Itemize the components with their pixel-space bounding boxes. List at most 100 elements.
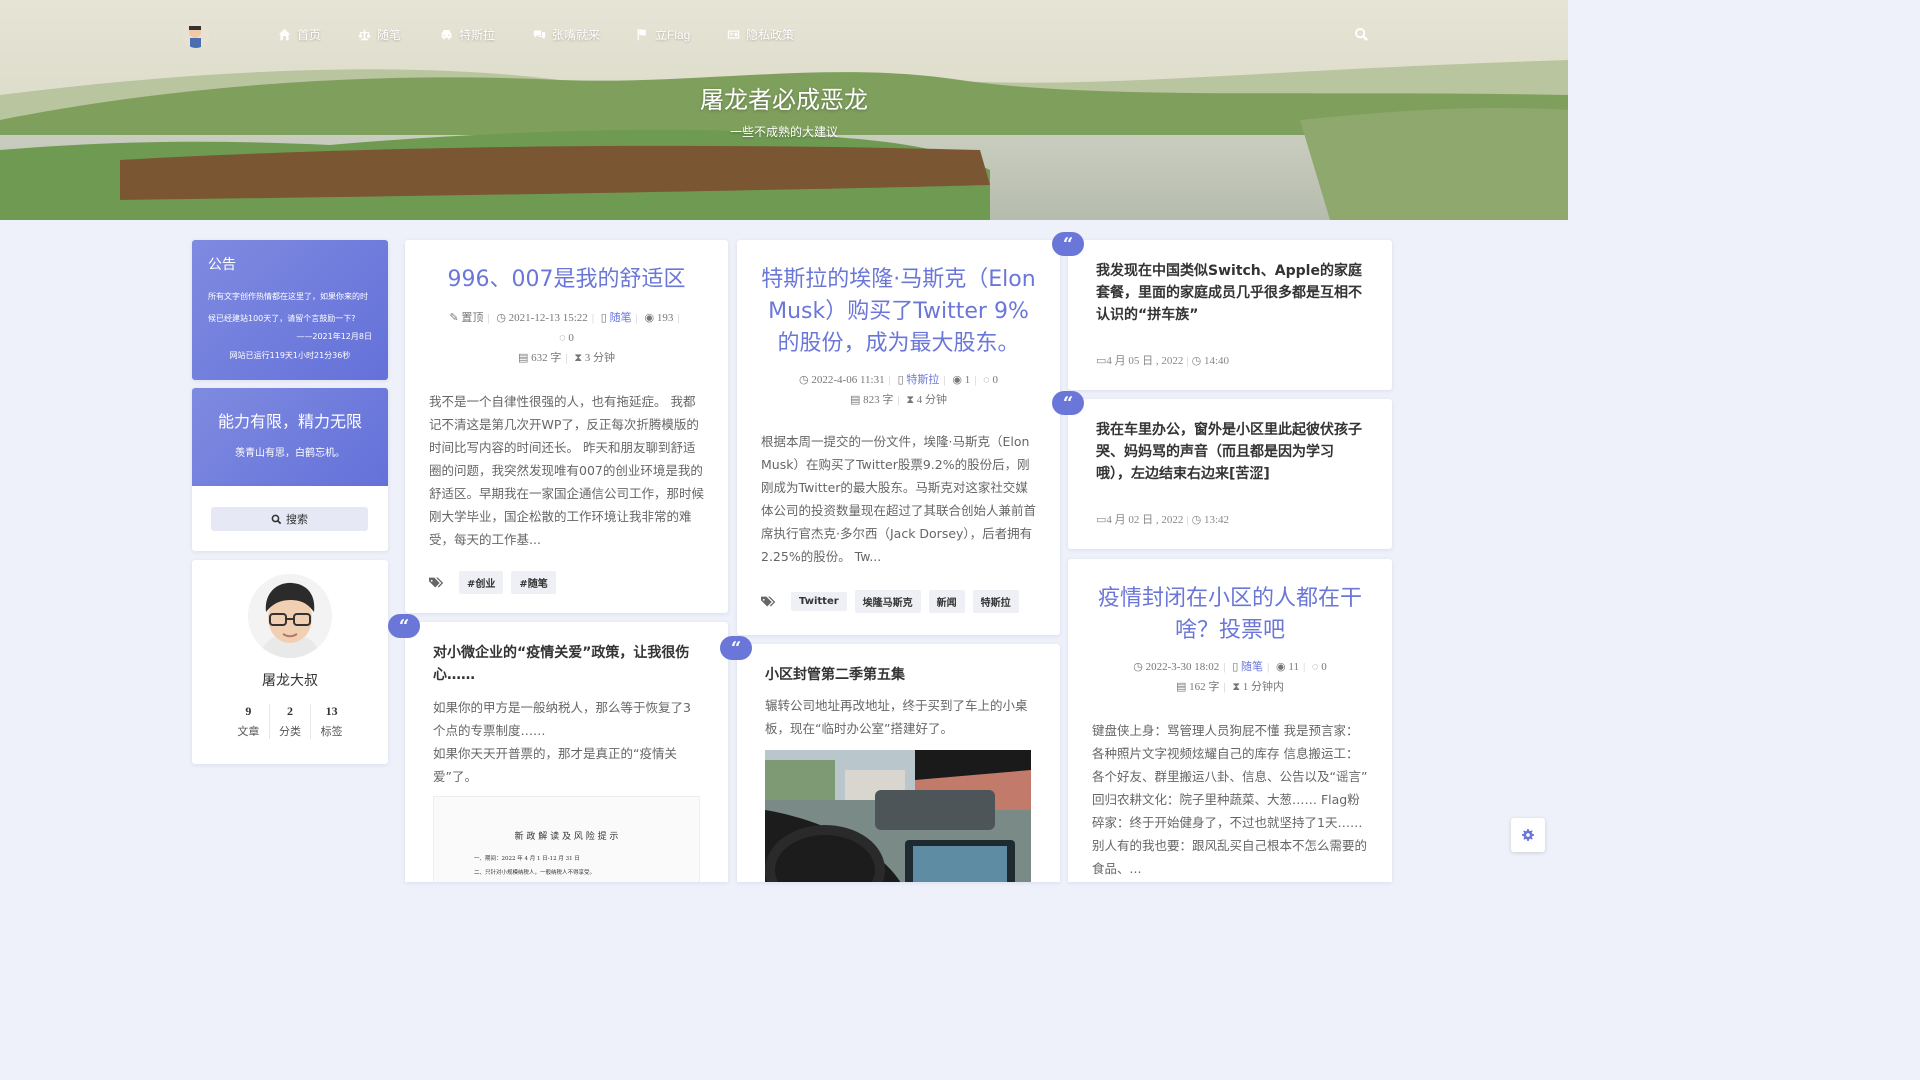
id-card-icon: [727, 30, 740, 39]
motto-title: 能力有限，精力无限: [217, 412, 362, 431]
profile-stats: 9 文章 2 分类 13 标签: [228, 704, 352, 739]
motto-card: 能力有限，精力无限 羡青山有思，白鹤忘机。: [192, 388, 388, 486]
tag-item[interactable]: 特斯拉: [972, 590, 1019, 613]
quote-post-line: 如果你的甲方是一般纳税人，那么等于恢复了3个点的专票制度……: [433, 700, 691, 738]
notice-signature: ——2021年12月8日: [296, 332, 372, 341]
quote-icon: “: [388, 614, 420, 638]
quote-post-title[interactable]: 小区封管第二季第五集: [765, 664, 1032, 686]
tag-item[interactable]: 新闻: [928, 590, 965, 613]
word-icon: ▤: [849, 394, 861, 406]
nav-flag[interactable]: 立Flag: [636, 26, 690, 43]
clock-icon: ◷: [1191, 514, 1202, 526]
pinned-label: 置顶: [461, 312, 484, 324]
tags-icon: [429, 577, 444, 587]
post-comments: 0: [1321, 661, 1327, 673]
doc-line: 二、只针对小规模纳税人，一般纳税人不得享受。: [474, 870, 596, 876]
post-category[interactable]: 随笔: [610, 312, 632, 324]
nav-label: 立Flag: [655, 28, 691, 42]
quote-icon: “: [1052, 232, 1084, 256]
home-icon: [278, 28, 291, 41]
comment-icon: ◌: [1311, 661, 1319, 673]
motto-subtitle: 羡青山有思，白鹤忘机。: [235, 448, 345, 459]
notice-card: 公告 所有文字创作热情都在这里了，如果你来的时候已经建站100天了，请留个言鼓励…: [192, 240, 388, 380]
post-category[interactable]: 随笔: [1241, 661, 1263, 673]
site-logo-avatar[interactable]: [183, 22, 209, 48]
quote-post-title[interactable]: 我发现在中国类似Switch、Apple的家庭套餐，里面的家庭成员几乎很多都是互…: [1096, 260, 1364, 326]
flag-icon: [637, 28, 646, 41]
post-tags: Twitter 埃隆马斯克 新闻 特斯拉: [761, 590, 1036, 613]
post-date: 2021-12-13 15:22: [508, 312, 588, 324]
word-icon: ▤: [517, 352, 529, 364]
quote-post-meta: ▭4 月 02 日 , 2022 | ◷ 13:42: [1096, 514, 1230, 526]
search-button[interactable]: 搜索: [211, 507, 368, 531]
search-icon[interactable]: [1354, 27, 1369, 42]
post-title[interactable]: 996、007是我的舒适区: [405, 264, 728, 296]
post-category[interactable]: 特斯拉: [906, 374, 939, 386]
top-nav: 首页 随笔 特斯拉 张嘴就来 立Flag 隐私政策: [0, 22, 1568, 48]
post-meta: ✎ 置顶 | ◷ 2021-12-13 15:22 | ▯ 随笔 | ◉ 193 | ◌…: [449, 312, 680, 364]
post-words: 162 字: [1189, 681, 1220, 693]
pin-icon: ✎: [449, 312, 459, 324]
post-card: 疫情封闭在小区的人都在干啥？投票吧 ◷ 2022-3-30 18:02 | ▯ 随…: [1068, 559, 1392, 882]
car-icon: [441, 30, 452, 40]
post-title[interactable]: 特斯拉的埃隆·马斯克（Elon Musk）购买了Twitter 9%的股份，成为…: [737, 264, 1060, 360]
bookmark-icon: ▯: [1232, 661, 1239, 673]
tag-item[interactable]: 埃隆马斯克: [854, 590, 921, 613]
post-date: 2022-4-06 11:31: [811, 374, 885, 386]
quote-post-date: 4 月 05 日 , 2022: [1106, 355, 1184, 367]
quote-post-title[interactable]: 对小微企业的“疫情关爱”政策，让我很伤心……: [433, 642, 700, 686]
notice-body: 所有文字创作热情都在这里了，如果你来的时候已经建站100天了，请留个言鼓励一下?: [208, 292, 368, 323]
comments-icon: [533, 30, 546, 40]
quote-post-date: 4 月 02 日 , 2022: [1106, 514, 1184, 526]
stat-number: 2: [287, 704, 293, 718]
post-words: 632 字: [531, 352, 562, 364]
hourglass-icon: ⧗: [1232, 681, 1241, 693]
stat-label: 分类: [279, 725, 301, 738]
post-comments: 0: [992, 374, 998, 386]
post-card: 特斯拉的埃隆·马斯克（Elon Musk）购买了Twitter 9%的股份，成为…: [737, 240, 1060, 635]
hourglass-icon: ⧗: [906, 394, 915, 406]
quote-post-time: 13:42: [1203, 514, 1230, 526]
search-icon: [271, 514, 282, 524]
clock-icon: ◷: [1133, 661, 1143, 673]
nav-tesla[interactable]: 特斯拉: [440, 26, 495, 43]
nav-label: 首页: [297, 28, 322, 42]
nav-label: 张嘴就来: [552, 28, 601, 42]
stat-posts[interactable]: 9 文章: [228, 704, 270, 739]
clock-icon: ◷: [1191, 355, 1202, 367]
nav-privacy[interactable]: 隐私政策: [727, 26, 794, 43]
post-read-time: 4 分钟: [916, 394, 948, 406]
profile-card: 屠龙大叔 9 文章 2 分类 13 标签: [192, 560, 388, 764]
search-card: 搜索: [192, 486, 388, 551]
document-image[interactable]: 新 政 解 读 及 风 险 提 示 一、期间：2022 年 4 月 1 日-12…: [433, 796, 700, 882]
nav-essay[interactable]: 随笔: [358, 26, 401, 43]
tag-item[interactable]: Twitter: [791, 592, 847, 611]
quote-post-line: 如果你天天开普票的，那才是真正的“疫情关爱”了。: [433, 746, 677, 784]
clock-icon: ◷: [799, 374, 809, 386]
doc-title: 新 政 解 读 及 风 险 提 示: [514, 832, 619, 842]
post-meta: ◷ 2022-3-30 18:02 | ▯ 随笔 | ◉ 11 | ◌ 0 ▤ 162…: [1133, 661, 1327, 693]
quote-icon: “: [720, 636, 752, 660]
eye-icon: ◉: [952, 374, 962, 386]
nav-home[interactable]: 首页: [278, 26, 321, 43]
settings-button[interactable]: [1511, 818, 1545, 852]
clock-icon: ◷: [496, 312, 506, 324]
car-office-photo[interactable]: [765, 750, 1031, 882]
site-title: 屠龙者必成恶龙: [700, 86, 868, 114]
stat-categories[interactable]: 2 分类: [270, 704, 312, 739]
nav-talk[interactable]: 张嘴就来: [533, 26, 600, 43]
post-views: 11: [1288, 661, 1299, 673]
post-title[interactable]: 疫情封闭在小区的人都在干啥？投票吧: [1068, 583, 1392, 647]
tag-item[interactable]: #创业: [459, 571, 504, 594]
quote-icon: “: [1052, 391, 1084, 415]
site-runtime: 网站已运行119天1小时21分36秒: [229, 351, 351, 360]
quote-post-title[interactable]: 我在车里办公，窗外是小区里此起彼伏孩子哭、妈妈骂的声音（而且都是因为学习哦），左…: [1096, 419, 1364, 485]
bookmark-icon: ▯: [897, 374, 904, 386]
avatar[interactable]: [248, 574, 332, 658]
nav-label: 隐私政策: [746, 28, 795, 42]
post-excerpt: 根据本周一提交的一份文件，埃隆·马斯克（Elon Musk）在购买了Twitte…: [761, 434, 1037, 564]
tag-item[interactable]: #随笔: [511, 571, 556, 594]
search-label: 搜索: [286, 513, 308, 526]
post-tags: #创业 #随笔: [429, 571, 704, 594]
stat-tags[interactable]: 13 标签: [311, 704, 352, 739]
